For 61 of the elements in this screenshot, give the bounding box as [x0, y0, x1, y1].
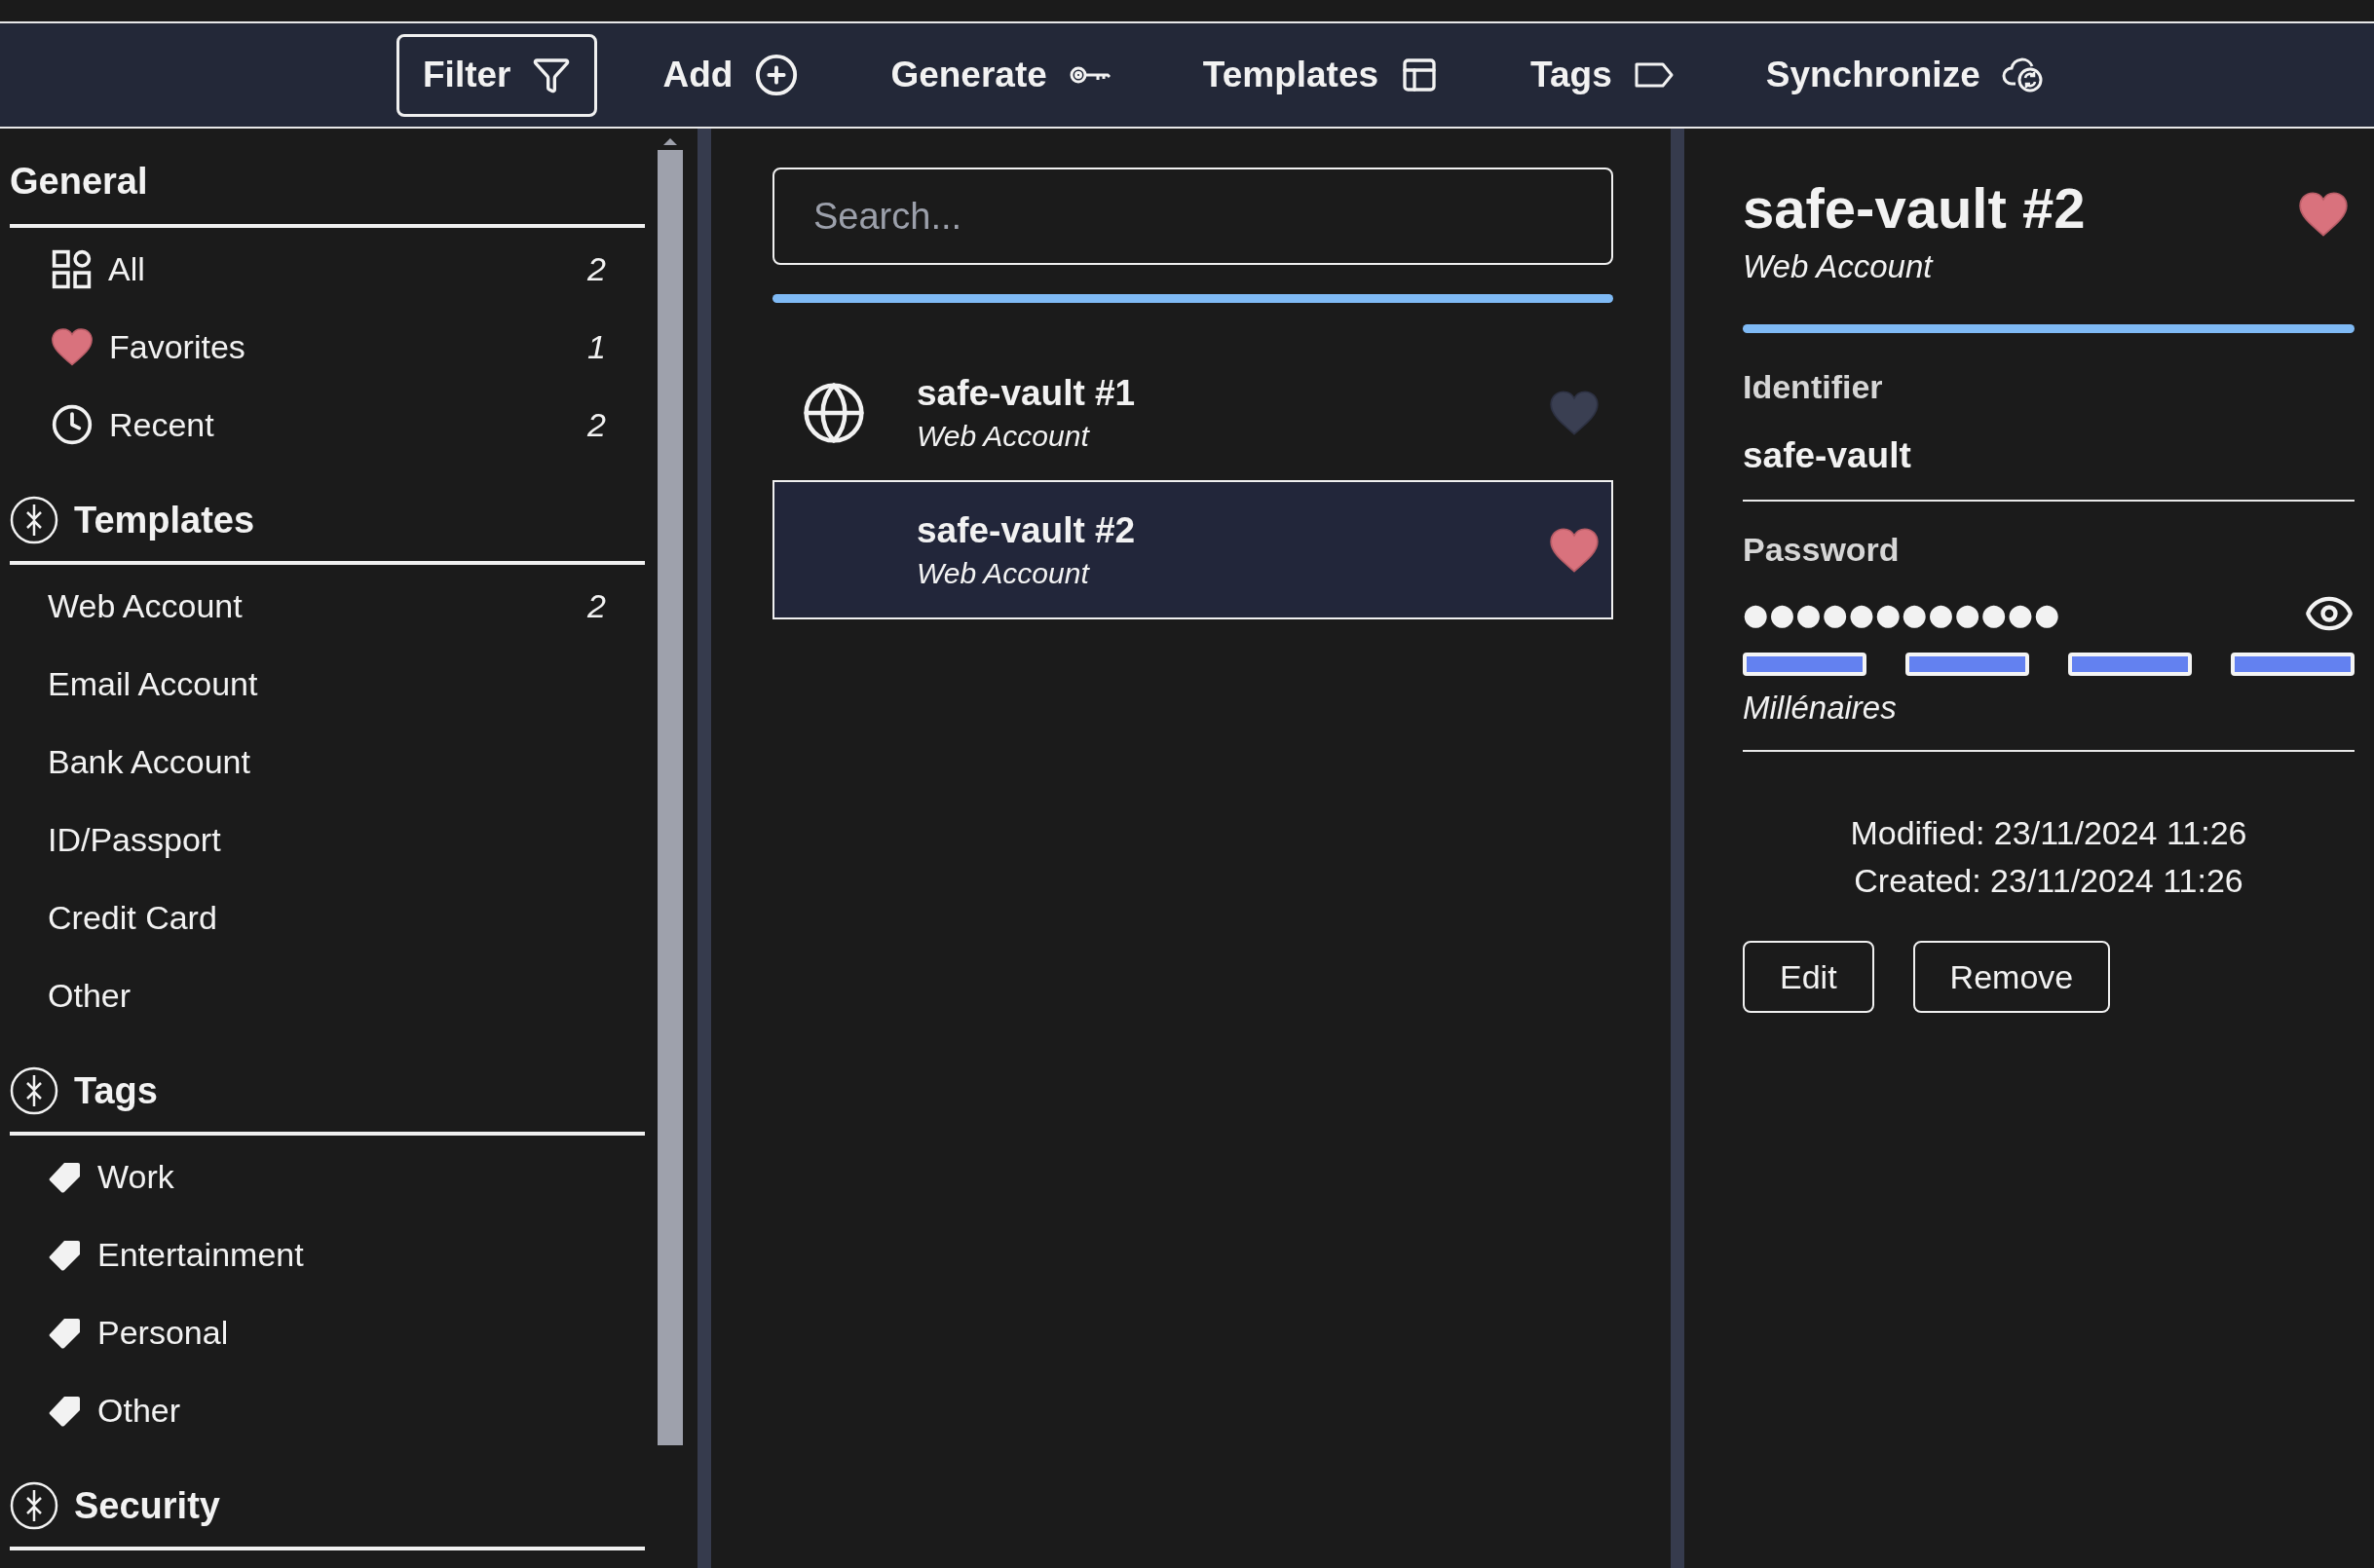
toolbar-button[interactable]: Tags [1504, 33, 1701, 117]
section-title: General [10, 160, 148, 203]
sidebar-item[interactable]: Bank Account [10, 723, 645, 801]
item-count: 1 [587, 327, 606, 366]
action-button[interactable]: Remove [1912, 941, 2111, 1013]
key-icon [1068, 64, 1112, 86]
search-field[interactable]: Search... [772, 168, 1613, 265]
toolbar-button[interactable]: Filter [396, 33, 598, 117]
clock-icon [51, 403, 94, 446]
sidebar-item[interactable]: Other [10, 1371, 645, 1449]
section-title: Security [74, 1484, 220, 1527]
entry-subtitle: Web Account [917, 420, 1091, 453]
entry-row[interactable]: safe-vault #1 Web Account [772, 346, 1613, 480]
action-button[interactable]: Edit [1743, 941, 1874, 1013]
section-title: Tags [74, 1069, 158, 1112]
section-title: Templates [74, 499, 255, 541]
toolbar-button[interactable]: Add [636, 33, 826, 117]
sidebar-item[interactable]: Web Account 2 [10, 567, 645, 645]
heart-icon[interactable] [1549, 526, 1600, 574]
scroll-up-icon[interactable] [662, 136, 678, 146]
sidebar-item[interactable]: Favorites 1 [10, 308, 645, 386]
section-icon [10, 1066, 58, 1115]
cloud-sync-icon [2001, 56, 2045, 93]
modified-date: Modified: 23/11/2024 11:26 [1850, 814, 2247, 852]
toolbar-button[interactable]: Generate [864, 33, 1138, 117]
entry-row[interactable]: safe-vault #2 Web Account [772, 480, 1613, 619]
sidebar-item[interactable]: Personal [10, 1293, 645, 1371]
entry-title: safe-vault #2 [1743, 175, 2086, 241]
sidebar-item[interactable]: Entertainment [10, 1215, 645, 1293]
item-count: 2 [587, 249, 606, 288]
sidebar-item[interactable]: Email Account [10, 645, 645, 723]
sidebar-item[interactable]: Other [10, 956, 645, 1034]
created-date: Created: 23/11/2024 11:26 [1854, 862, 2243, 900]
entry-subtitle: Web Account [1743, 248, 1935, 285]
globe-icon [801, 380, 867, 446]
field-value: safe-vault [1743, 435, 1912, 476]
filter-icon [532, 56, 572, 94]
strength-label: Millénaires [1743, 690, 1898, 727]
field-label: Identifier [1743, 368, 1884, 406]
heart-icon[interactable] [2298, 191, 2349, 238]
sidebar-item[interactable]: All 2 [10, 230, 645, 308]
tag-icon [1633, 61, 1675, 89]
grid-icon [51, 247, 93, 290]
plus-icon [754, 53, 800, 97]
section-icon [10, 1481, 58, 1530]
sidebar-item[interactable]: Work [10, 1138, 645, 1215]
item-count: 2 [587, 586, 606, 625]
heart-icon[interactable] [51, 326, 94, 367]
sidebar-item[interactable]: ID/Passport [10, 801, 645, 878]
entry-title: safe-vault #1 [917, 373, 1137, 414]
toolbar-button[interactable]: Synchronize [1739, 33, 2071, 117]
entry-title: safe-vault #2 [917, 509, 1137, 551]
toolbar-button[interactable]: Templates [1176, 33, 1466, 117]
scrollbar-thumb[interactable] [658, 150, 683, 1445]
sidebar-item[interactable]: Recent 2 [10, 386, 645, 464]
section-icon [10, 496, 58, 544]
entry-subtitle: Web Account [917, 556, 1091, 590]
item-count: 2 [587, 405, 606, 444]
sidebar-item[interactable]: Credit Card [10, 878, 645, 956]
field-label: Password [1743, 531, 1901, 569]
password-value: ●●●●●●●●●●●● [1743, 596, 2061, 631]
